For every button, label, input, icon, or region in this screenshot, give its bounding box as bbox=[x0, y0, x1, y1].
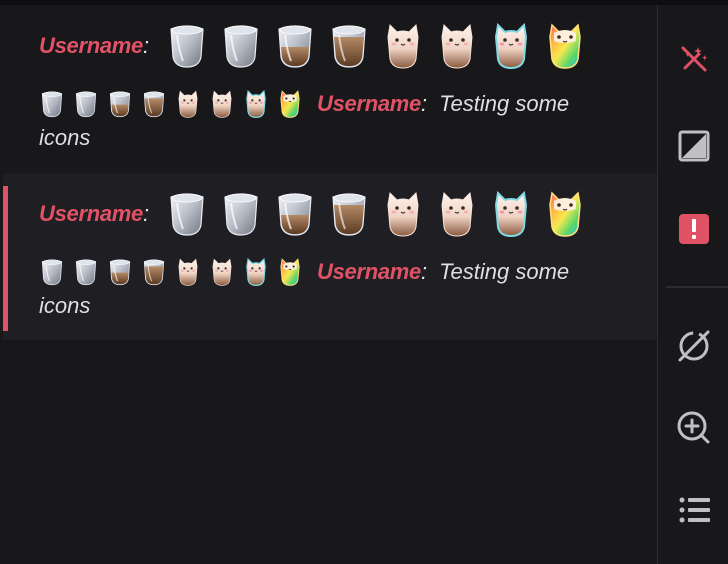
cat-cup-icon bbox=[175, 90, 201, 118]
half-filled-coffee-cup-icon bbox=[275, 23, 315, 69]
message-text: Testing some bbox=[439, 91, 570, 116]
half-filled-coffee-cup-icon bbox=[107, 90, 133, 118]
teal-cat-cup-icon bbox=[243, 90, 269, 118]
message-text-wrap-row: icons bbox=[39, 121, 90, 155]
teal-cat-cup-icon bbox=[491, 23, 531, 69]
alert-button[interactable] bbox=[676, 211, 712, 247]
badge-row-small bbox=[39, 258, 303, 286]
empty-glass-cup-icon bbox=[39, 90, 65, 118]
empty-glass-cup-icon bbox=[167, 191, 207, 237]
message-text-continued: icons bbox=[39, 293, 91, 318]
zoom-plus-icon bbox=[677, 411, 710, 444]
cat-cup-icon bbox=[437, 191, 477, 237]
magic-wand-disabled-icon bbox=[681, 46, 708, 72]
rainbow-cat-cup-icon bbox=[545, 23, 585, 69]
moderation-sidebar bbox=[657, 5, 728, 564]
message-username[interactable]: Username bbox=[317, 259, 421, 285]
empty-glass-cup-icon bbox=[39, 258, 65, 286]
rainbow-cat-cup-icon bbox=[277, 258, 303, 286]
teal-cat-cup-icon bbox=[243, 258, 269, 286]
empty-glass-cup-icon bbox=[167, 23, 207, 69]
message-body-row: Username : Testing some bbox=[39, 255, 639, 289]
badge-row-small bbox=[39, 90, 303, 118]
message-header-row: Username : bbox=[39, 189, 585, 239]
coffee-cup-icon bbox=[141, 258, 167, 286]
cat-cup-icon bbox=[383, 23, 423, 69]
rainbow-cat-cup-icon bbox=[277, 90, 303, 118]
message-separator: : bbox=[143, 201, 150, 226]
half-filled-coffee-cup-icon bbox=[107, 258, 133, 286]
list-view-button[interactable] bbox=[676, 492, 712, 528]
chat-message-highlighted[interactable]: Username : Username: Testing some icons bbox=[3, 173, 657, 340]
message-separator: : bbox=[143, 33, 150, 58]
empty-glass-cup-icon bbox=[73, 258, 99, 286]
badge-row-large bbox=[167, 191, 585, 237]
message-text: Testing some bbox=[439, 259, 570, 284]
sidebar-divider bbox=[666, 286, 728, 288]
zoom-in-button[interactable] bbox=[676, 410, 712, 446]
cat-cup-icon bbox=[437, 23, 477, 69]
rainbow-cat-cup-icon bbox=[545, 191, 585, 237]
empty-glass-cup-icon bbox=[73, 90, 99, 118]
cat-cup-icon bbox=[209, 90, 235, 118]
half-filled-coffee-cup-icon bbox=[275, 191, 315, 237]
message-username[interactable]: Username bbox=[317, 91, 421, 117]
message-text-wrap-row: icons bbox=[39, 289, 90, 323]
chat-message[interactable]: Username : Username: Testing some icons bbox=[3, 5, 657, 168]
chat-window: Username : Username: Testing some icons… bbox=[0, 0, 728, 564]
coffee-cup-icon bbox=[329, 23, 369, 69]
message-header-row: Username : bbox=[39, 21, 585, 71]
teal-cat-cup-icon bbox=[491, 191, 531, 237]
empty-glass-cup-icon bbox=[221, 191, 261, 237]
empty-glass-cup-icon bbox=[221, 23, 261, 69]
message-text-continued: icons bbox=[39, 125, 91, 150]
coffee-cup-icon bbox=[329, 191, 369, 237]
message-username[interactable]: Username bbox=[39, 33, 143, 59]
message-separator: : bbox=[421, 259, 428, 284]
message-username[interactable]: Username bbox=[39, 201, 143, 227]
cat-cup-icon bbox=[175, 258, 201, 286]
cat-cup-icon bbox=[209, 258, 235, 286]
contrast-toggle-button[interactable] bbox=[676, 128, 712, 164]
chat-messages[interactable]: Username : Username: Testing some icons… bbox=[0, 5, 657, 564]
slash-circle-icon bbox=[678, 330, 710, 362]
message-body-row: Username : Testing some bbox=[39, 87, 639, 121]
disable-button[interactable] bbox=[676, 328, 712, 364]
list-icon bbox=[679, 497, 710, 523]
magic-wand-disabled-button[interactable] bbox=[676, 41, 712, 77]
badge-row-large bbox=[167, 23, 585, 69]
alert-square-icon bbox=[679, 214, 709, 244]
contrast-square-icon bbox=[678, 130, 710, 162]
cat-cup-icon bbox=[383, 191, 423, 237]
coffee-cup-icon bbox=[141, 90, 167, 118]
highlight-accent-bar bbox=[3, 186, 8, 331]
message-separator: : bbox=[421, 91, 428, 116]
